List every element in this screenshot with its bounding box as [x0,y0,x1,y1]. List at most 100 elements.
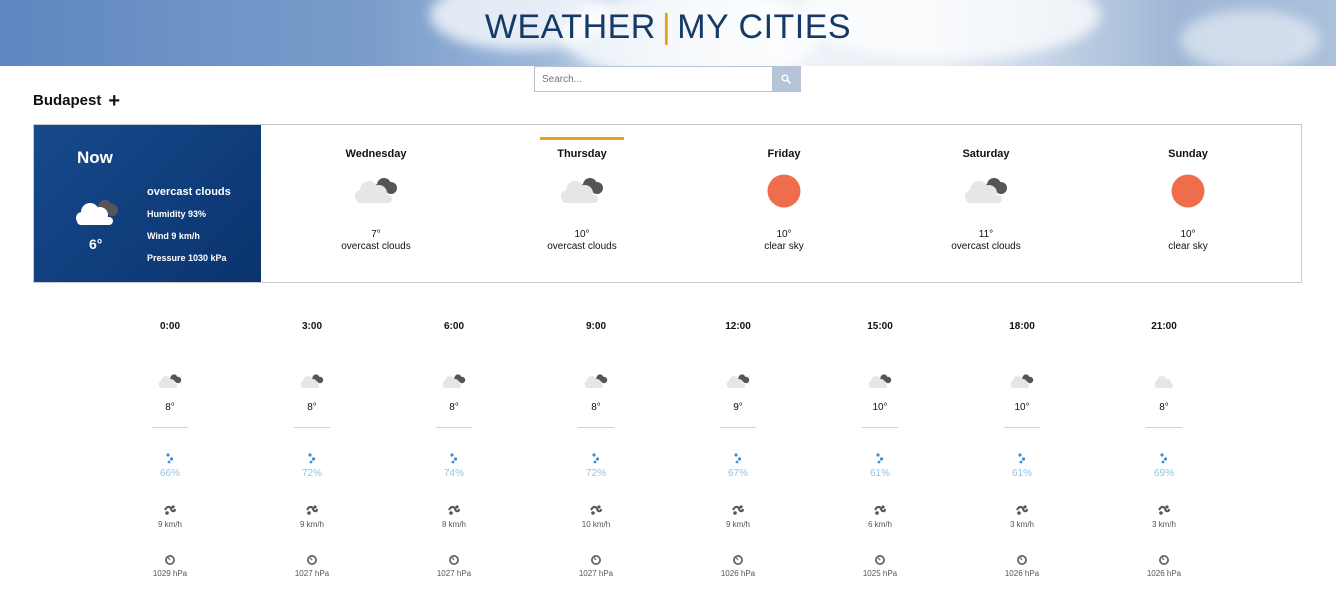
wind-icon [1015,503,1029,521]
search-input[interactable] [535,67,772,91]
hour-pressure: 1025 hPa [862,569,898,578]
day-name: Sunday [1168,148,1208,160]
hour-wind: 9 km/h [157,520,182,529]
hour-pressure: 1026 hPa [1004,569,1040,578]
raindrop-icon [875,451,885,469]
wind-icon [163,503,177,521]
hour-time: 12:00 [725,321,751,332]
plus-icon[interactable]: + [108,91,120,111]
day-name: Saturday [962,148,1010,160]
hour-temperature: 8° [307,402,317,413]
hour-pressure: 1027 hPa [436,569,472,578]
overcast-clouds-icon [351,173,401,212]
search-bar [534,66,801,92]
city-heading: Budapest + [33,91,120,111]
header-banner: WEATHER | MY CITIES [0,0,1336,66]
hour-temperature: 9° [733,402,743,413]
hour-temperature: 8° [1159,402,1169,413]
day-temperature: 11° [978,229,994,240]
now-details: overcast clouds Humidity 93% Wind 9 km/h… [147,181,231,269]
day-temperature: 10° [1180,229,1196,240]
current-weather: Now 6° overcast clouds Humidity 93% Wind… [34,125,261,282]
hour-time: 0:00 [159,321,180,332]
day-description: overcast clouds [951,241,1021,252]
hourly-forecast: 0:00 8° 66% 9 km/h 1029 hPa 3:00 8° 72% 9 km/h 10… [0,300,1336,600]
hour-temperature: 10° [872,402,888,413]
hour-temperature: 8° [165,402,175,413]
hour-pressure: 1027 hPa [294,569,330,578]
divider [152,427,188,428]
hour-time: 6:00 [443,321,464,332]
page-title: WEATHER | MY CITIES [0,8,1336,47]
broken-clouds-icon [866,372,894,395]
hour-wind: 9 km/h [299,520,324,529]
hour-temperature: 8° [449,402,459,413]
now-pressure: Pressure 1030 kPa [147,253,227,263]
daily-forecast: Wednesday 7° overcast clouds Thursday 10° ove… [261,125,1301,282]
day-saturday[interactable]: Saturday 11° overcast clouds [916,125,1056,282]
wind-icon [873,503,887,521]
hour-wind: 3 km/h [1151,520,1176,529]
forecast-panel: Now 6° overcast clouds Humidity 93% Wind… [33,124,1302,283]
raindrop-icon [733,451,743,469]
day-temperature: 10° [574,229,590,240]
search-button[interactable] [772,67,800,91]
wind-icon [447,503,461,521]
hour-time: 9:00 [585,321,606,332]
wind-icon [589,503,603,521]
now-label: Now [77,148,113,167]
wind-icon [305,503,319,521]
day-name: Thursday [557,148,607,160]
sun-icon [1170,173,1206,214]
now-description: overcast clouds [147,186,231,198]
day-wednesday[interactable]: Wednesday 7° overcast clouds [306,125,446,282]
hour-humidity: 72% [301,468,322,479]
hour-pressure: 1027 hPa [578,569,614,578]
hour-wind: 6 km/h [867,520,892,529]
hour-pressure: 1026 hPa [720,569,756,578]
day-description: overcast clouds [547,241,617,252]
now-wind: Wind 9 km/h [147,231,200,241]
divider [862,427,898,428]
hour-temperature: 10° [1014,402,1030,413]
hour-wind: 8 km/h [441,520,466,529]
few-clouds-icon [1150,372,1178,395]
divider [1004,427,1040,428]
raindrop-icon [1159,451,1169,469]
day-temperature: 7° [371,229,381,240]
overcast-clouds-icon [72,195,122,234]
search-icon [781,74,791,84]
title-weather: WEATHER [484,8,656,46]
broken-clouds-icon [582,372,610,395]
hour-humidity: 67% [727,468,748,479]
hour-pressure: 1029 hPa [152,569,188,578]
broken-clouds-icon [440,372,468,395]
hour-humidity: 66% [159,468,180,479]
day-name: Friday [767,148,801,160]
day-friday[interactable]: Friday 10° clear sky [714,125,854,282]
hour-pressure: 1026 hPa [1146,569,1182,578]
divider [578,427,614,428]
raindrop-icon [1017,451,1027,469]
wind-icon [1157,503,1171,521]
hour-time: 18:00 [1009,321,1035,332]
day-description: overcast clouds [341,241,411,252]
day-description: clear sky [764,241,804,252]
day-sunday[interactable]: Sunday 10° clear sky [1118,125,1258,282]
title-my-cities: MY CITIES [677,8,852,46]
day-name: Wednesday [345,148,407,160]
raindrop-icon [449,451,459,469]
divider [294,427,330,428]
overcast-clouds-icon [961,173,1011,212]
day-temperature: 10° [776,229,792,240]
hour-wind: 3 km/h [1009,520,1034,529]
selected-day-indicator [540,137,624,140]
hour-time: 3:00 [301,321,322,332]
hour-time: 15:00 [867,321,893,332]
divider [436,427,472,428]
broken-clouds-icon [724,372,752,395]
day-thursday[interactable]: Thursday 10° overcast clouds [512,125,652,282]
hour-humidity: 72% [585,468,606,479]
hour-time: 21:00 [1151,321,1177,332]
divider [720,427,756,428]
